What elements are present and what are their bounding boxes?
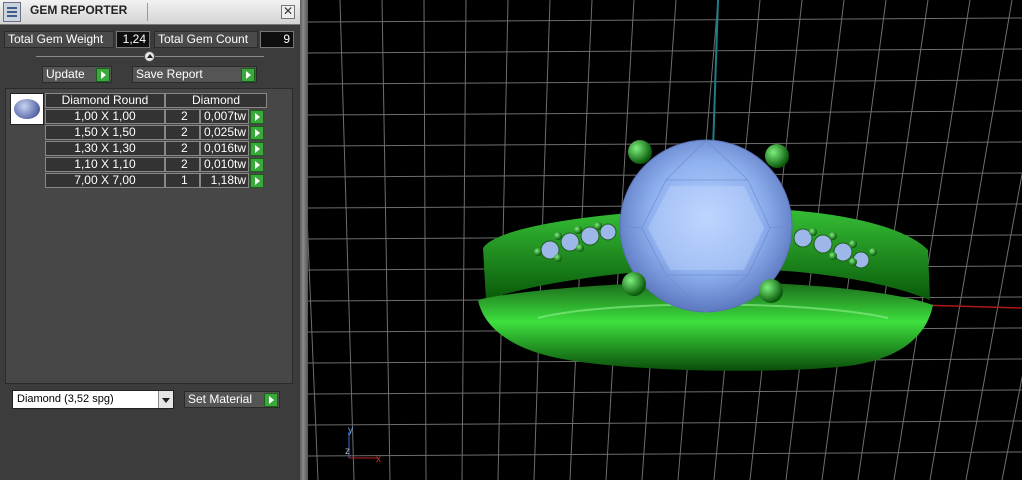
gem-reporter-app-icon — [3, 2, 21, 22]
column-header-material: Diamond — [165, 93, 267, 108]
gizmo-y-label: y — [348, 425, 353, 436]
total-gem-count-label: Total Gem Count — [154, 31, 258, 48]
gem-count: 2 — [165, 125, 200, 140]
gem-weight: 0,007tw — [200, 109, 249, 124]
material-select-value: Diamond (3,52 spg) — [17, 393, 114, 405]
gem-size: 1,10 X 1,10 — [45, 157, 165, 172]
title-bar: GEM REPORTER ✕ — [0, 0, 300, 25]
gem-count: 2 — [165, 109, 200, 124]
material-select[interactable]: Diamond (3,52 spg) — [12, 390, 174, 409]
panel-title: GEM REPORTER — [30, 3, 128, 17]
select-row-arrow-icon[interactable] — [250, 142, 264, 156]
update-button-label: Update — [46, 67, 85, 81]
save-report-button[interactable]: Save Report — [132, 66, 257, 83]
total-gem-count-value: 9 — [260, 31, 294, 48]
chevron-down-icon[interactable] — [158, 391, 173, 408]
gem-weight: 1,18tw — [200, 173, 249, 188]
close-icon[interactable]: ✕ — [281, 5, 295, 19]
column-header-shape: Diamond Round — [45, 93, 165, 108]
gem-size: 1,50 X 1,50 — [45, 125, 165, 140]
panel-splitter[interactable] — [300, 0, 308, 480]
play-arrow-icon — [96, 68, 110, 82]
gem-size: 1,30 X 1,30 — [45, 141, 165, 156]
ring-model[interactable] — [478, 139, 933, 371]
collapse-up-icon[interactable] — [144, 51, 155, 62]
title-separator — [147, 3, 148, 21]
total-gem-weight-label: Total Gem Weight — [4, 31, 114, 48]
viewport-scene: y z x — [308, 0, 1022, 480]
save-report-button-label: Save Report — [136, 67, 203, 81]
gem-size: 7,00 X 7,00 — [45, 173, 165, 188]
gizmo-x-label: x — [376, 454, 381, 465]
select-row-arrow-icon[interactable] — [250, 174, 264, 188]
play-arrow-icon — [241, 68, 255, 82]
diamond-thumbnail-icon — [10, 93, 44, 125]
axis-gizmo: y z x — [345, 425, 381, 465]
total-gem-weight-value: 1,24 — [116, 31, 150, 48]
update-button[interactable]: Update — [42, 66, 112, 83]
play-arrow-icon — [264, 393, 278, 407]
select-row-arrow-icon[interactable] — [250, 110, 264, 124]
select-row-arrow-icon[interactable] — [250, 126, 264, 140]
set-material-button[interactable]: Set Material — [184, 391, 280, 408]
set-material-button-label: Set Material — [188, 392, 253, 406]
gem-weight: 0,016tw — [200, 141, 249, 156]
gizmo-z-label: z — [345, 446, 350, 457]
gem-count: 2 — [165, 157, 200, 172]
y-axis-line — [712, 0, 719, 151]
3d-viewport[interactable]: y z x — [308, 0, 1022, 480]
gem-weight: 0,025tw — [200, 125, 249, 140]
gem-weight: 0,010tw — [200, 157, 249, 172]
gem-reporter-panel: GEM REPORTER ✕ Total Gem Weight 1,24 Tot… — [0, 0, 300, 480]
select-row-arrow-icon[interactable] — [250, 158, 264, 172]
gem-count: 2 — [165, 141, 200, 156]
gem-count: 1 — [165, 173, 200, 188]
gem-size: 1,00 X 1,00 — [45, 109, 165, 124]
